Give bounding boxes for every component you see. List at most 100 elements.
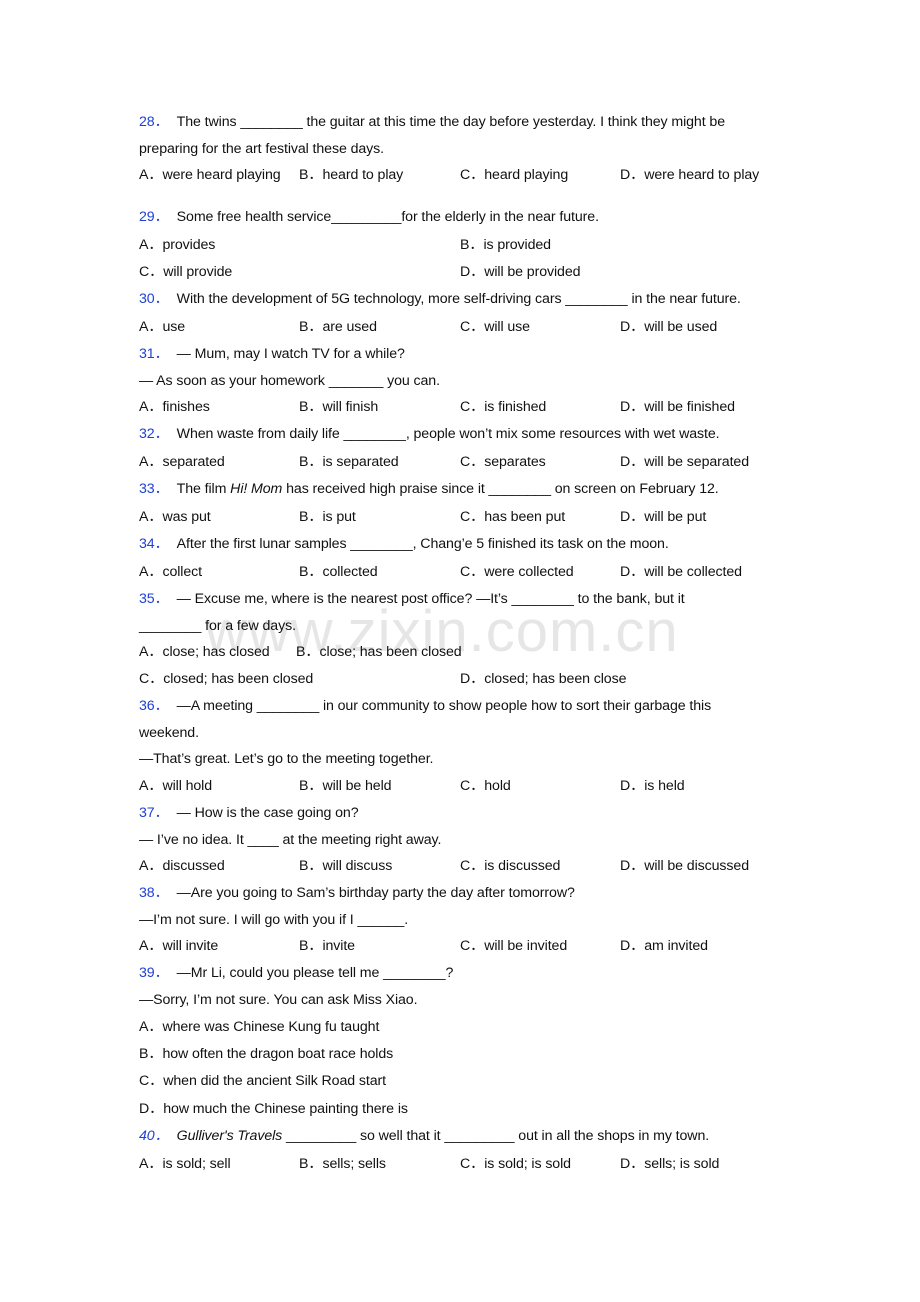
option-d[interactable]: D．will be collected bbox=[620, 563, 742, 581]
question-29: 29． Some free health service_________for … bbox=[139, 208, 599, 226]
option-a[interactable]: A．finishes bbox=[139, 398, 210, 416]
option-d[interactable]: D．will be provided bbox=[460, 263, 581, 281]
option-b[interactable]: B．heard to play bbox=[299, 166, 403, 184]
option-b[interactable]: B．is provided bbox=[460, 236, 551, 254]
film-title: Hi! Mom bbox=[230, 481, 283, 497]
question-number: 30． bbox=[139, 291, 169, 307]
option-d[interactable]: D．is held bbox=[620, 777, 685, 795]
option-b[interactable]: B．is separated bbox=[299, 453, 399, 471]
option-b[interactable]: B．are used bbox=[299, 318, 377, 336]
question-number: 28． bbox=[139, 114, 169, 130]
option-d[interactable]: D．will be used bbox=[620, 318, 717, 336]
option-c[interactable]: C．when did the ancient Silk Road start bbox=[139, 1072, 386, 1090]
option-a[interactable]: A．is sold; sell bbox=[139, 1155, 231, 1173]
question-text: has received high praise since it ______… bbox=[282, 481, 719, 497]
option-b[interactable]: B．collected bbox=[299, 563, 378, 581]
question-37: 37． — How is the case going on? bbox=[139, 804, 359, 822]
question-text-continued: weekend. bbox=[139, 725, 199, 741]
question-36: 36． —A meeting ________ in our community … bbox=[139, 697, 711, 715]
option-d[interactable]: D．how much the Chinese painting there is bbox=[139, 1100, 408, 1118]
question-31: 31． — Mum, may I watch TV for a while? bbox=[139, 345, 405, 363]
option-b[interactable]: B．will discuss bbox=[299, 857, 392, 875]
option-a[interactable]: A．was put bbox=[139, 508, 211, 526]
option-c[interactable]: C．hold bbox=[460, 777, 511, 795]
question-text: The twins ________ the guitar at this ti… bbox=[176, 114, 725, 130]
option-c[interactable]: C．is finished bbox=[460, 398, 546, 416]
option-b[interactable]: B．invite bbox=[299, 937, 355, 955]
question-text-continued: ________ for a few days. bbox=[139, 618, 296, 634]
option-a[interactable]: A．were heard playing bbox=[139, 166, 281, 184]
question-38: 38． —Are you going to Sam’s birthday part… bbox=[139, 884, 575, 902]
option-a[interactable]: A．provides bbox=[139, 236, 215, 254]
question-text: —Mr Li, could you please tell me _______… bbox=[176, 965, 454, 981]
option-c[interactable]: C．is discussed bbox=[460, 857, 560, 875]
option-a[interactable]: A．where was Chinese Kung fu taught bbox=[139, 1018, 379, 1036]
question-number: 34． bbox=[139, 536, 169, 552]
question-text: After the first lunar samples ________, … bbox=[176, 536, 669, 552]
option-a[interactable]: A．collect bbox=[139, 563, 202, 581]
option-d[interactable]: D．sells; is sold bbox=[620, 1155, 719, 1173]
option-b[interactable]: B．sells; sells bbox=[299, 1155, 386, 1173]
option-c[interactable]: C．heard playing bbox=[460, 166, 568, 184]
question-text-continued: —I’m not sure. I will go with you if I _… bbox=[139, 912, 409, 928]
option-d[interactable]: D．will be finished bbox=[620, 398, 735, 416]
question-number: 29． bbox=[139, 209, 169, 225]
option-b[interactable]: B．will finish bbox=[299, 398, 378, 416]
question-number: 36． bbox=[139, 698, 169, 714]
question-number: 40． bbox=[139, 1128, 169, 1144]
option-c[interactable]: C．has been put bbox=[460, 508, 565, 526]
question-number: 31． bbox=[139, 346, 169, 362]
option-d[interactable]: D．were heard to play bbox=[620, 166, 759, 184]
option-b[interactable]: B．close; has been closed bbox=[296, 643, 462, 661]
question-text-continued: —Sorry, I’m not sure. You can ask Miss X… bbox=[139, 992, 418, 1008]
option-a[interactable]: A．discussed bbox=[139, 857, 225, 875]
option-d[interactable]: D．will be separated bbox=[620, 453, 749, 471]
option-c[interactable]: C．will be invited bbox=[460, 937, 567, 955]
option-a[interactable]: A．will invite bbox=[139, 937, 218, 955]
option-b[interactable]: B．is put bbox=[299, 508, 356, 526]
question-text: Some free health service_________for the… bbox=[176, 209, 599, 225]
question-text: When waste from daily life ________, peo… bbox=[176, 426, 720, 442]
question-number: 39． bbox=[139, 965, 169, 981]
option-d[interactable]: D．will be discussed bbox=[620, 857, 749, 875]
question-number: 35． bbox=[139, 591, 169, 607]
question-text: — Mum, may I watch TV for a while? bbox=[176, 346, 405, 362]
option-c[interactable]: C．is sold; is sold bbox=[460, 1155, 571, 1173]
option-b[interactable]: B．will be held bbox=[299, 777, 392, 795]
option-d[interactable]: D．closed; has been close bbox=[460, 670, 626, 688]
question-39: 39． —Mr Li, could you please tell me ____… bbox=[139, 964, 453, 982]
question-text: — Excuse me, where is the nearest post o… bbox=[176, 591, 685, 607]
question-35: 35． — Excuse me, where is the nearest pos… bbox=[139, 590, 685, 608]
question-text: — How is the case going on? bbox=[176, 805, 359, 821]
question-text: —Are you going to Sam’s birthday party t… bbox=[176, 885, 575, 901]
question-33: 33． The film Hi! Mom has received high pr… bbox=[139, 480, 719, 498]
question-40: 40． Gulliver's Travels _________ so well … bbox=[139, 1127, 709, 1145]
option-a[interactable]: A．separated bbox=[139, 453, 225, 471]
question-number: 32． bbox=[139, 426, 169, 442]
question-number: 38． bbox=[139, 885, 169, 901]
question-number: 37． bbox=[139, 805, 169, 821]
option-d[interactable]: D．am invited bbox=[620, 937, 708, 955]
option-c[interactable]: C．separates bbox=[460, 453, 546, 471]
question-text: —A meeting ________ in our community to … bbox=[176, 698, 712, 714]
option-a[interactable]: A．close; has closed bbox=[139, 643, 270, 661]
question-text: _________ so well that it _________ out … bbox=[282, 1128, 710, 1144]
question-number: 33． bbox=[139, 481, 169, 497]
option-a[interactable]: A．use bbox=[139, 318, 185, 336]
question-text: The film bbox=[176, 481, 231, 497]
option-c[interactable]: C．will provide bbox=[139, 263, 232, 281]
exam-page: www.zixin.com.cn 28． The twins ________ t… bbox=[0, 0, 920, 1302]
option-c[interactable]: C．will use bbox=[460, 318, 530, 336]
question-28: 28． The twins ________ the guitar at this… bbox=[139, 113, 725, 131]
option-c[interactable]: C．were collected bbox=[460, 563, 574, 581]
question-34: 34． After the first lunar samples _______… bbox=[139, 535, 669, 553]
question-text-continued: —That’s great. Let’s go to the meeting t… bbox=[139, 751, 434, 767]
option-b[interactable]: B．how often the dragon boat race holds bbox=[139, 1045, 393, 1063]
question-30: 30． With the development of 5G technology… bbox=[139, 290, 741, 308]
question-text-continued: preparing for the art festival these day… bbox=[139, 141, 385, 157]
option-c[interactable]: C．closed; has been closed bbox=[139, 670, 313, 688]
book-title: Gulliver's Travels bbox=[176, 1128, 283, 1144]
option-d[interactable]: D．will be put bbox=[620, 508, 706, 526]
option-a[interactable]: A．will hold bbox=[139, 777, 212, 795]
question-text: With the development of 5G technology, m… bbox=[176, 291, 741, 307]
